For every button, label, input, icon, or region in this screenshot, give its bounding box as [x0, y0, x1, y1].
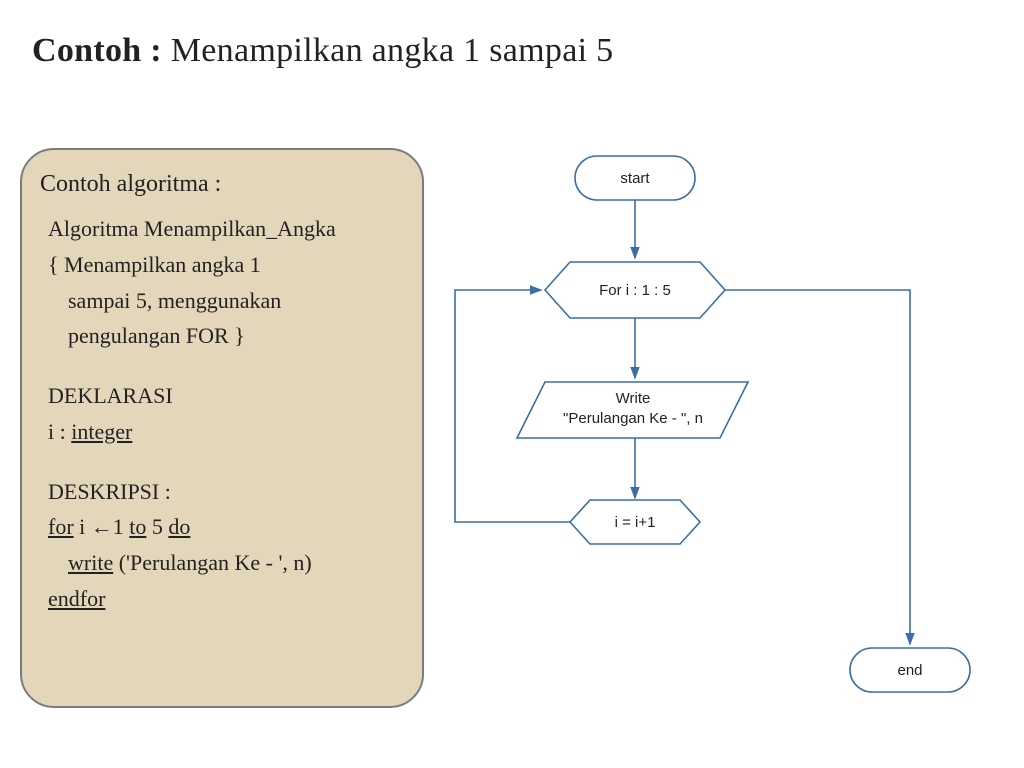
deklarasi-line: i : integer: [48, 417, 410, 447]
title-bold: Contoh :: [32, 32, 162, 69]
dek-var: i :: [48, 419, 71, 444]
for-line: for i ←1 to 5 do: [48, 512, 410, 542]
label-write-2: "Perulangan Ke - ", n: [563, 410, 703, 427]
flowchart: start For i : 1 : 5 Write "Perulangan Ke…: [430, 140, 1000, 740]
algorithm-box: Contoh algoritma : Algoritma Menampilkan…: [20, 148, 424, 708]
kw-to: to: [129, 514, 146, 539]
flowchart-svg: start For i : 1 : 5 Write "Perulangan Ke…: [430, 140, 1000, 740]
algo-name: Algoritma Menampilkan_Angka: [48, 214, 410, 244]
for-mid2: 5: [146, 514, 168, 539]
dek-type: integer: [71, 419, 132, 444]
label-end: end: [897, 662, 922, 679]
title-rest: Menampilkan angka 1 sampai 5: [162, 32, 614, 69]
kw-do: do: [168, 514, 190, 539]
algo-desc-1: { Menampilkan angka 1: [48, 250, 410, 280]
kw-write: write: [68, 550, 113, 575]
label-start: start: [620, 170, 650, 187]
write-args: ('Perulangan Ke - ', n): [113, 550, 312, 575]
kw-endfor: endfor: [48, 586, 105, 611]
label-inc: i = i+1: [615, 514, 656, 531]
for-mid1: i ←1: [74, 514, 130, 539]
write-line: write ('Perulangan Ke - ', n): [68, 548, 410, 578]
label-for: For i : 1 : 5: [599, 282, 671, 299]
slide: Contoh : Menampilkan angka 1 sampai 5 Co…: [0, 0, 1024, 768]
edge-for-end: [725, 290, 910, 644]
algo-header: Contoh algoritma :: [40, 168, 410, 200]
kw-for: for: [48, 514, 74, 539]
label-write-1: Write: [616, 390, 651, 407]
algo-desc-2: sampai 5, menggunakan: [68, 286, 410, 316]
endfor-line: endfor: [48, 584, 410, 614]
deklarasi-header: DEKLARASI: [48, 381, 410, 411]
algo-desc-3: pengulangan FOR }: [68, 321, 410, 351]
deskripsi-header: DESKRIPSI :: [48, 477, 410, 507]
page-title: Contoh : Menampilkan angka 1 sampai 5: [32, 32, 613, 70]
